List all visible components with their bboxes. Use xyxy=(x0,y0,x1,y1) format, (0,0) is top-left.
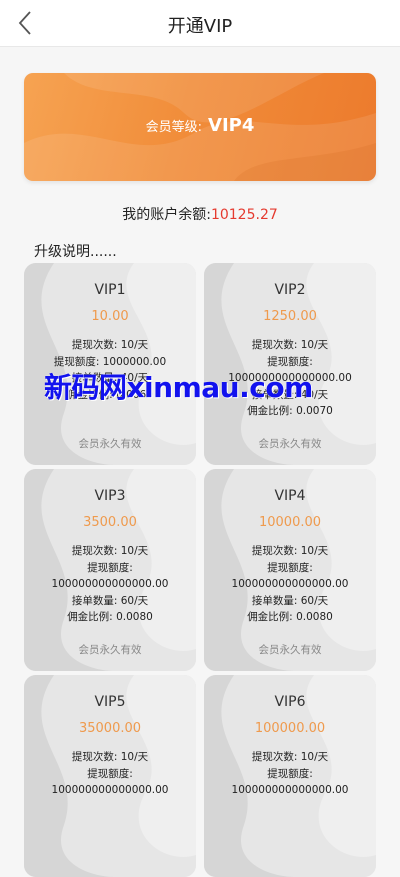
vip-card-detail-line: 100000000000000.00 xyxy=(231,578,349,590)
vip-card-2[interactable]: VIP2 1250.00 提现次数: 10/天 提现额度: 10000000000000… xyxy=(204,263,376,465)
vip-card-1[interactable]: VIP1 10.00 提现次数: 10/天 提现额度: 1000000.00 接单数量:… xyxy=(24,263,196,465)
vip-card-detail-line: 提现次数: 10/天 xyxy=(251,339,329,351)
vip-card-detail-line: 100000000000000.00 xyxy=(231,784,349,796)
vip-card-detail-line: 提现次数: 10/天 xyxy=(71,545,149,557)
vip-card-4[interactable]: VIP4 10000.00 提现次数: 10/天 提现额度: 1000000000000… xyxy=(204,469,376,671)
balance-value: 10125.27 xyxy=(210,207,278,223)
vip-card-validity: 会员永久有效 xyxy=(78,438,142,450)
vip-card-details: 提现次数: 10/天 提现额度: 100000000000000.00 xyxy=(204,749,376,799)
watermark: 新码网xinmau.com xyxy=(44,371,313,404)
vip-card-detail-line: 提现额度: xyxy=(267,767,313,780)
vip-card-name: VIP1 xyxy=(94,282,126,298)
vip-card-price: 10.00 xyxy=(91,309,129,324)
account-balance: 我的账户余额:10125.27 xyxy=(0,204,400,224)
vip-card-details: 提现次数: 10/天 提现额度: 100000000000000.00 接单数量: 6… xyxy=(24,543,196,626)
vip-card-detail-line: 提现额度: xyxy=(87,767,133,780)
vip-level-label: 会员等级: xyxy=(145,120,203,135)
balance-label: 我的账户余额: xyxy=(122,207,211,223)
vip-card-detail-line: 提现次数: 10/天 xyxy=(251,545,329,557)
page-title: 开通VIP xyxy=(167,16,233,37)
vip-card-detail-line: 接单数量: 60/天 xyxy=(251,594,329,607)
vip-card-detail-line: 100000000000000.00 xyxy=(51,578,169,590)
vip-card-name: VIP2 xyxy=(274,282,306,298)
vip-card-name: VIP5 xyxy=(94,694,126,710)
vip-card-name: VIP3 xyxy=(94,488,126,504)
vip-card-price: 1250.00 xyxy=(263,309,317,324)
vip-card-6[interactable]: VIP6 100000.00 提现次数: 10/天 提现额度: 100000000000… xyxy=(204,675,376,877)
vip-card-detail-line: 提现额度: xyxy=(87,561,133,574)
vip-card-3[interactable]: VIP3 3500.00 提现次数: 10/天 提现额度: 10000000000000… xyxy=(24,469,196,671)
vip-card-name: VIP6 xyxy=(274,694,306,710)
top-bar: 开通VIP xyxy=(0,0,400,47)
vip-card-validity: 会员永久有效 xyxy=(258,644,322,656)
vip-level-value: VIP4 xyxy=(208,115,255,136)
vip-card-validity: 会员永久有效 xyxy=(258,438,322,450)
vip-card-detail-line: 100000000000000.00 xyxy=(51,784,169,796)
vip-card-name: VIP4 xyxy=(274,488,306,504)
vip-card-price: 3500.00 xyxy=(83,515,137,530)
vip-card-price: 10000.00 xyxy=(258,515,322,530)
vip-card-price: 100000.00 xyxy=(254,721,326,736)
vip-card-price: 35000.00 xyxy=(78,721,142,736)
vip-card-detail-line: 提现次数: 10/天 xyxy=(71,751,149,763)
vip-card-5[interactable]: VIP5 35000.00 提现次数: 10/天 提现额度: 1000000000000… xyxy=(24,675,196,877)
vip-card-detail-line: 提现次数: 10/天 xyxy=(251,751,329,763)
upgrade-section-title: 升级说明...... xyxy=(34,244,117,260)
vip-card-detail-line: 接单数量: 60/天 xyxy=(71,594,149,607)
vip-card-validity: 会员永久有效 xyxy=(78,644,142,656)
vip-card-details: 提现次数: 10/天 提现额度: 100000000000000.00 xyxy=(24,749,196,799)
vip-card-detail-line: 佣金比例: 0.0080 xyxy=(247,611,333,623)
vip-card-detail-line: 佣金比例: 0.0080 xyxy=(67,611,153,623)
vip-level-banner: 会员等级: VIP4 xyxy=(24,73,376,181)
vip-card-details: 提现次数: 10/天 提现额度: 100000000000000.00 接单数量: 6… xyxy=(204,543,376,626)
vip-card-detail-line: 提现额度: xyxy=(267,561,313,574)
vip-card-detail-line: 提现次数: 10/天 xyxy=(71,339,149,351)
